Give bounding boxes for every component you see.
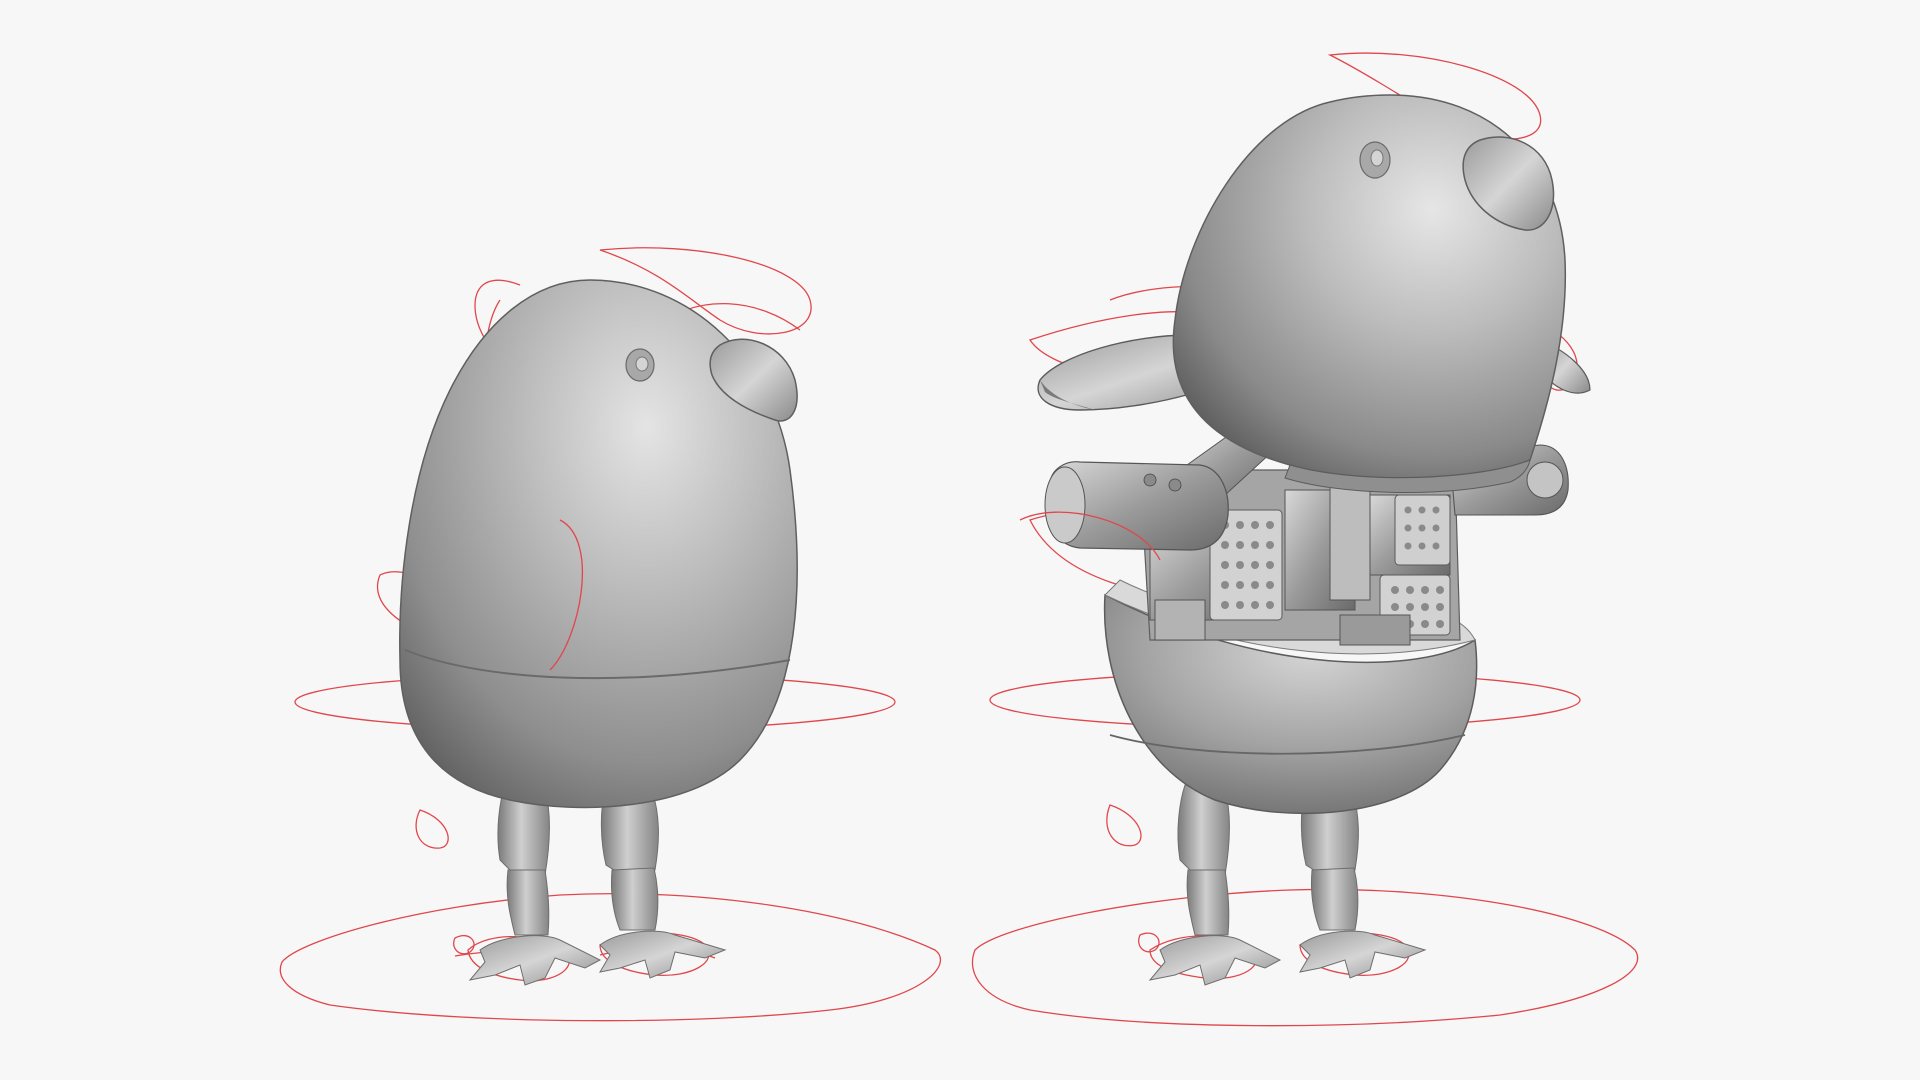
pivot-small-control xyxy=(453,935,475,955)
eye-exploded xyxy=(1359,141,1391,179)
led-panel-top-right xyxy=(1394,494,1451,566)
3d-viewport[interactable] xyxy=(0,0,1920,1080)
claw-back-foot xyxy=(1148,935,1282,986)
gear-motor-bottom xyxy=(1339,614,1411,646)
robot-bird-exploded[interactable] xyxy=(971,52,1639,1027)
leg-front-lower xyxy=(1311,867,1359,931)
pivot-control xyxy=(415,809,449,849)
eye-assembled xyxy=(625,348,655,382)
pivot-control xyxy=(1106,804,1142,847)
bracket-left xyxy=(1154,599,1206,641)
leg-front-lower xyxy=(611,867,659,931)
scene-canvas[interactable] xyxy=(0,0,1920,1080)
legs-left xyxy=(468,784,727,986)
motor-bolt-1 xyxy=(1143,473,1157,487)
claw-back-foot xyxy=(468,935,602,986)
robot-bird-assembled[interactable] xyxy=(279,247,941,1022)
legs-right xyxy=(1148,784,1427,986)
claw-front-foot xyxy=(1299,930,1427,979)
motor-endcap-left xyxy=(1044,466,1086,544)
leg-back-lower xyxy=(506,869,550,936)
motor-endcap-right xyxy=(1526,461,1564,499)
pivot-small-control xyxy=(1138,932,1160,953)
motor-bolt-2 xyxy=(1168,478,1182,492)
leg-back-lower xyxy=(1186,869,1230,936)
claw-front-foot xyxy=(599,930,727,979)
